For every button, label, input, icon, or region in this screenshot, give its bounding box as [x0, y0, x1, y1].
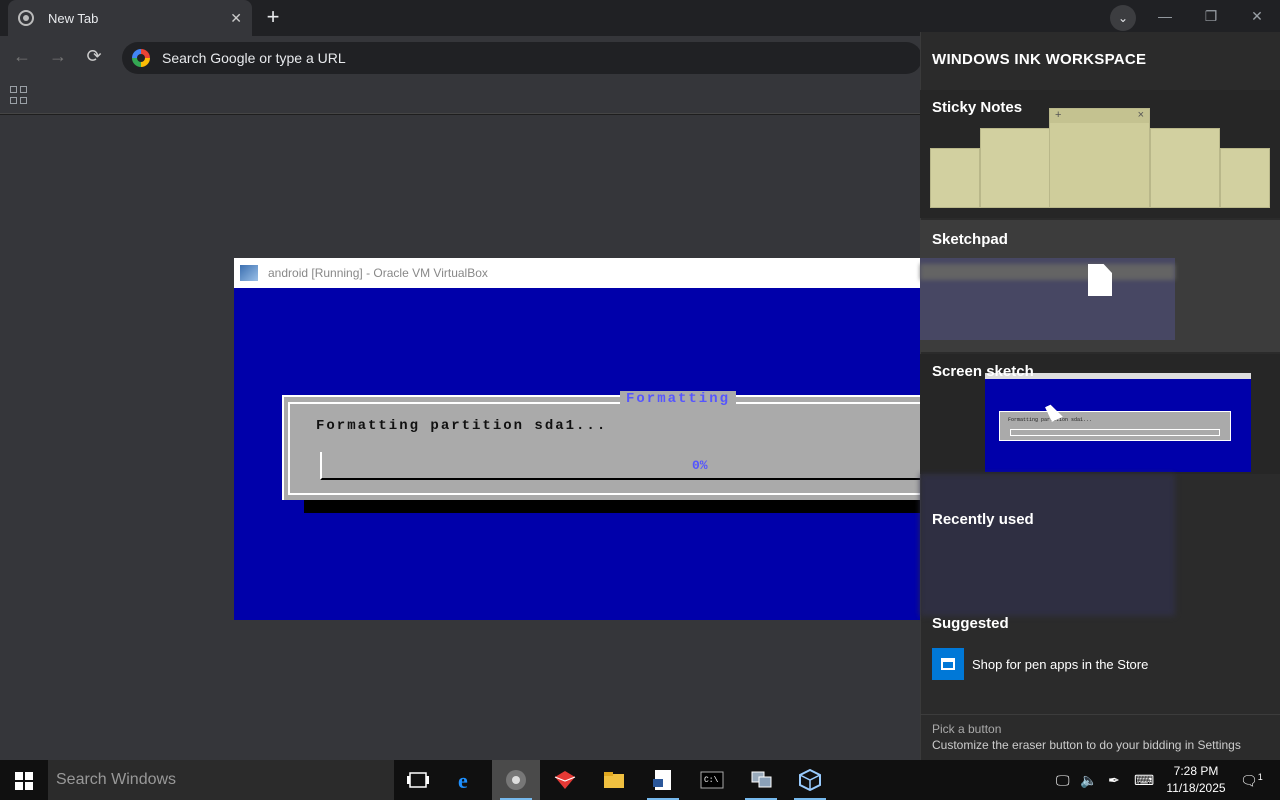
address-placeholder: Search Google or type a URL	[162, 50, 346, 66]
tab-search-button[interactable]: ⌄	[1110, 5, 1136, 31]
tab-title: New Tab	[48, 10, 99, 26]
file-explorer-icon[interactable]	[590, 760, 638, 800]
network-icon[interactable]: 🖵	[1056, 772, 1070, 789]
google-icon	[132, 49, 150, 67]
store-icon[interactable]	[932, 648, 964, 680]
forward-icon[interactable]: →	[46, 46, 70, 67]
document-app-icon[interactable]	[639, 760, 687, 800]
clock-time: 7:28 PM	[1173, 764, 1219, 778]
maximize-button[interactable]: ❐	[1196, 8, 1226, 25]
screen-sketch-title: Screen sketch	[932, 363, 1034, 380]
minimize-button[interactable]: —	[1150, 8, 1180, 24]
search-placeholder: Search Windows	[56, 771, 177, 788]
edge-icon[interactable]: e	[443, 760, 491, 800]
terminal-icon[interactable]: C:\	[688, 760, 736, 800]
suggested-title: Suggested	[932, 615, 1009, 632]
sticky-notes-title: Sticky Notes	[932, 99, 1023, 116]
virtualbox-title: android [Running] - Oracle VM VirtualBox	[268, 266, 488, 280]
back-icon[interactable]: ←	[10, 46, 34, 67]
notification-count: 1	[1257, 772, 1263, 782]
note-add-icon: +	[1055, 109, 1062, 121]
progress-bar	[320, 452, 934, 480]
address-bar[interactable]: Search Google or type a URL	[122, 42, 922, 74]
virtualbox-titlebar[interactable]: android [Running] - Oracle VM VirtualBox	[234, 258, 934, 288]
reload-icon[interactable]: ⟳	[82, 46, 106, 67]
recently-used-title: Recently used	[932, 511, 1034, 528]
footer-title: Pick a button	[932, 722, 1002, 736]
clock[interactable]: 7:28 PM 11/18/2025	[1158, 763, 1234, 797]
tab-close-icon[interactable]: ✕	[230, 10, 242, 27]
recent-blur	[920, 474, 1175, 616]
note-close-icon: ×	[1137, 109, 1144, 121]
clock-date: 11/18/2025	[1166, 781, 1226, 795]
volume-muted-icon[interactable]: 🔈	[1080, 772, 1097, 789]
taskbar-search[interactable]: Search Windows	[48, 760, 394, 800]
computer-icon[interactable]	[737, 760, 785, 800]
sketchpad-preview	[920, 258, 1175, 340]
sticky-note	[930, 148, 980, 208]
progress-text: 0%	[692, 458, 708, 473]
sticky-note-front: + ×	[1049, 108, 1150, 208]
chrome-icon[interactable]	[492, 760, 540, 800]
chrome-tab-icon	[18, 10, 34, 26]
windows-start-icon[interactable]	[0, 760, 48, 800]
dialog-message: Formatting partition sda1...	[316, 418, 608, 434]
close-window-button[interactable]: ✕	[1242, 8, 1272, 25]
browser-tab[interactable]: New Tab ✕	[8, 0, 252, 36]
keyboard-icon[interactable]: ⌨	[1134, 772, 1154, 789]
ink-footer	[920, 714, 1280, 760]
new-tab-button[interactable]: +	[262, 4, 284, 30]
virtualbox-taskbar-icon[interactable]	[786, 760, 834, 800]
sticky-note	[1150, 128, 1220, 208]
red-app-icon[interactable]	[541, 760, 589, 800]
virtualbox-icon	[240, 265, 258, 281]
ink-workspace-title: WINDOWS INK WORKSPACE	[932, 51, 1147, 68]
footer-text[interactable]: Customize the eraser button to do your b…	[932, 738, 1241, 752]
sticky-note	[980, 128, 1050, 208]
pen-workspace-icon[interactable]: ✒	[1108, 772, 1120, 789]
svg-text:C:\: C:\	[704, 776, 719, 785]
sticky-note	[1220, 148, 1270, 208]
formatting-dialog	[282, 395, 934, 500]
store-link[interactable]: Shop for pen apps in the Store	[972, 657, 1148, 672]
screen-sketch-thumbnail: Formatting partition sda1...	[985, 373, 1251, 472]
svg-text:e: e	[458, 769, 468, 791]
task-view-icon[interactable]	[394, 760, 442, 800]
sketchpad-title: Sketchpad	[932, 231, 1008, 248]
notification-icon[interactable]: 🗨1	[1240, 772, 1263, 790]
dialog-title: Formatting	[620, 391, 737, 407]
apps-grid-icon[interactable]	[10, 86, 28, 104]
